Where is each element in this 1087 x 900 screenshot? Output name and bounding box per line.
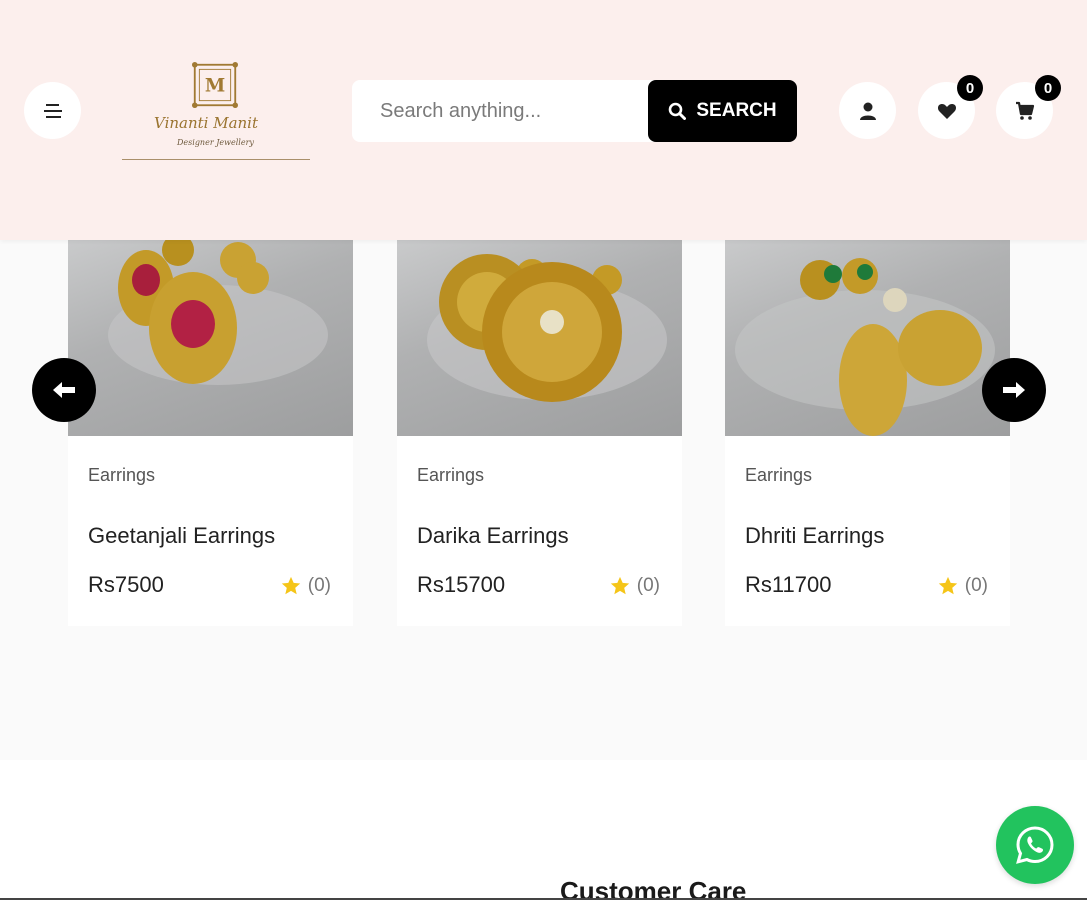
product-card[interactable]: Earrings Geetanjali Earrings Rs7500 (0) [68,240,353,626]
hamburger-menu-icon [43,103,62,118]
brand-logo[interactable]: M Vinanti Manit Designer Jewellery [122,58,310,160]
product-image[interactable] [725,240,1010,436]
product-photo-earring [108,240,328,385]
product-title[interactable]: Geetanjali Earrings [88,523,275,549]
cart-button[interactable]: 0 [996,75,1061,139]
product-category: Earrings [745,465,813,485]
product-title[interactable]: Dhriti Earrings [745,523,884,549]
logo-monogram-letter: M [205,75,225,96]
whatsapp-chat-button[interactable] [996,806,1074,884]
star-icon [281,576,300,595]
search-bar: SEARCH [352,80,797,142]
rating-count: (0) [964,575,988,596]
cart-count-badge: 0 [1035,75,1061,101]
product-card[interactable]: Earrings Darika Earrings Rs15700 (0) [397,240,682,626]
carousel-prev-button[interactable] [32,358,96,422]
product-photo-earring [735,258,995,436]
wishlist-count-badge: 0 [957,75,983,101]
search-icon [669,102,687,120]
arrow-right-icon [1003,382,1025,398]
search-button-label: SEARCH [696,100,777,121]
product-title[interactable]: Darika Earrings [417,523,569,549]
account-button[interactable] [839,82,896,139]
product-rating: (0) [937,575,988,597]
logo-underline [122,159,310,160]
product-rating: (0) [609,575,660,597]
logo-monogram: M [192,62,238,108]
footer-section-title: Customer Care [560,876,747,900]
wishlist-button[interactable]: 0 [918,75,983,139]
product-photo-earring [427,254,667,402]
heart-icon [937,103,956,119]
star-icon [610,576,629,595]
rating-count: (0) [307,575,331,596]
search-button[interactable]: SEARCH [648,80,797,142]
product-image[interactable] [397,240,682,436]
menu-button[interactable] [24,82,81,139]
rating-count: (0) [636,575,660,596]
product-category: Earrings [417,465,485,485]
cart-icon [1015,101,1034,120]
arrow-left-icon [53,382,75,398]
whatsapp-icon [1016,826,1054,864]
product-card[interactable]: Earrings Dhriti Earrings Rs11700 (0) [725,240,1010,626]
product-rating: (0) [280,575,331,597]
logo-tagline: Designer Jewellery [177,138,254,147]
product-image[interactable] [68,240,353,436]
product-price: Rs15700 [417,572,506,597]
search-input[interactable] [352,81,642,141]
product-price: Rs11700 [745,572,832,597]
site-header: M Vinanti Manit Designer Jewellery SEARC… [0,0,1087,240]
site-footer: Customer Care [0,760,1087,900]
logo-brand-name: Vinanti Manit [154,114,259,132]
product-price: Rs7500 [88,572,164,597]
star-icon [938,576,957,595]
product-category: Earrings [88,465,156,485]
user-icon [859,102,876,120]
carousel-next-button[interactable] [982,358,1046,422]
